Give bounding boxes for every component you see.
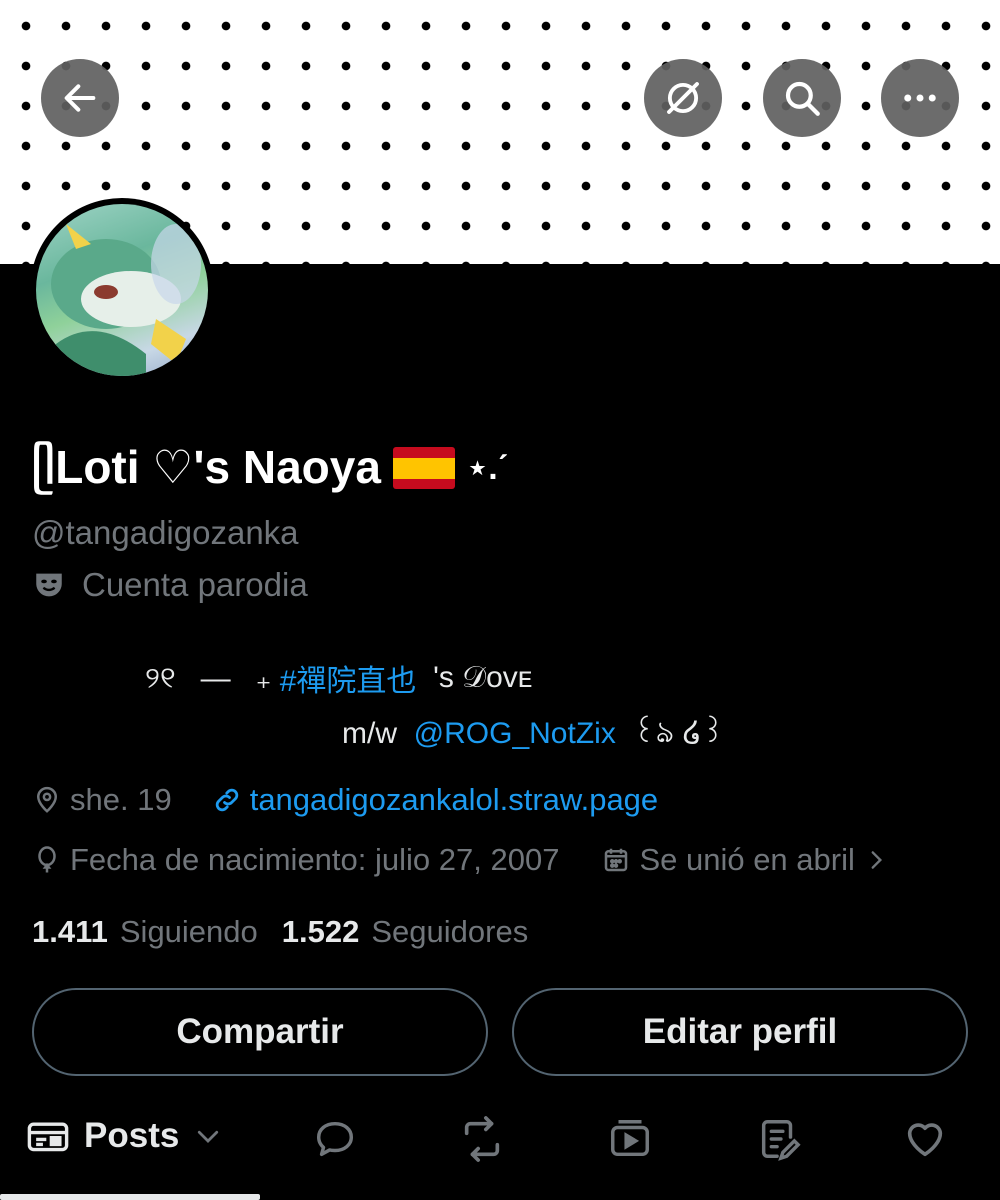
birthday-text: Fecha de nacimiento: julio 27, 2007 (70, 842, 560, 877)
arrow-left-icon (64, 84, 96, 112)
tab-media[interactable] (606, 1116, 654, 1162)
grok-button[interactable] (644, 59, 722, 137)
tab-posts[interactable]: Posts (26, 1116, 223, 1156)
avatar-image (36, 204, 208, 376)
theater-mask-icon (36, 573, 62, 597)
joined-text: Se unió en abril (639, 842, 855, 877)
location-icon (36, 786, 58, 813)
location-text: she. 19 (70, 782, 172, 817)
meta-row-dates: Fecha de nacimiento: julio 27, 2007 Se u… (32, 842, 889, 878)
bio-line-1: ୨୧ — ₊ #禪院直也 's 𝒟ᴏᴠᴇ (145, 656, 533, 700)
bio-line-2: m/w @ROG_NotZix ꒰ঌ ໒꒱ (342, 708, 725, 759)
bio-line-1-prefix: ୨୧ — ₊ (145, 661, 280, 695)
tab-replies[interactable] (312, 1116, 358, 1162)
active-tab-indicator (0, 1194, 260, 1200)
profile-tabs: Posts (0, 1104, 1000, 1200)
heart-icon (907, 1123, 943, 1157)
followers-stat[interactable]: 1.522 Seguidores (282, 914, 528, 950)
chevron-right-icon (871, 851, 882, 869)
display-name-suffix: ⋆.ˊ (466, 449, 509, 487)
location-item: she. 19 (32, 782, 172, 818)
following-stat[interactable]: 1.411 Siguiendo (32, 914, 258, 950)
tab-articles[interactable] (756, 1116, 802, 1162)
followers-count: 1.522 (281, 914, 360, 949)
tab-posts-label: Posts (84, 1116, 180, 1155)
user-handle: @tangadigozanka (32, 514, 299, 551)
share-button[interactable]: Compartir (32, 988, 488, 1076)
bio-line-1-suffix: 's 𝒟ᴏᴠᴇ (416, 661, 533, 694)
article-icon (761, 1120, 801, 1161)
meta-row-location: she. 19 tangadigozankalol.straw.page (32, 782, 658, 818)
mention-link[interactable]: @ROG_NotZix (414, 717, 616, 751)
search-button[interactable] (763, 59, 841, 137)
following-label: Siguiendo (119, 914, 258, 949)
avatar-illustration (36, 224, 201, 376)
hashtag-link[interactable]: #禪院直也 (280, 656, 417, 700)
posts-feed-icon (27, 1122, 69, 1152)
bio-line-2-suffix: ꒰ঌ ໒꒱ (615, 716, 725, 749)
repost-icon (464, 1116, 500, 1162)
video-icon (611, 1120, 649, 1157)
followers-label: Seguidores (371, 914, 529, 949)
joined-item[interactable]: Se unió en abril (601, 842, 888, 878)
balloon-icon (38, 846, 56, 873)
reply-icon (316, 1121, 354, 1157)
search-icon (785, 81, 820, 116)
bio-line-2-prefix: m/w (342, 716, 414, 750)
display-name: ᥫLoti ♡'s Naoya ⋆.ˊ (32, 440, 509, 496)
following-count: 1.411 (32, 914, 108, 949)
back-button[interactable] (41, 59, 119, 137)
chevron-down-icon (198, 1130, 219, 1143)
tab-reposts[interactable] (458, 1116, 506, 1162)
avatar[interactable] (30, 198, 214, 382)
spain-flag-icon (392, 447, 455, 489)
more-icon (904, 94, 936, 102)
website-item[interactable]: tangadigozankalol.straw.page (212, 782, 658, 818)
calendar-icon (605, 848, 628, 872)
parody-text: Cuenta parodia (82, 566, 308, 603)
grok-icon (667, 82, 699, 114)
more-button[interactable] (881, 59, 959, 137)
edit-profile-button[interactable]: Editar perfil (512, 988, 968, 1076)
website-link[interactable]: tangadigozankalol.straw.page (250, 782, 658, 818)
parody-label: Cuenta parodia (32, 566, 308, 604)
follow-stats: 1.411 Siguiendo 1.522 Seguidores (32, 914, 528, 950)
link-icon (215, 788, 238, 812)
display-name-text: ᥫLoti ♡'s Naoya (32, 441, 381, 493)
tab-likes[interactable] (902, 1116, 948, 1162)
birthday-item: Fecha de nacimiento: julio 27, 2007 (32, 842, 559, 878)
